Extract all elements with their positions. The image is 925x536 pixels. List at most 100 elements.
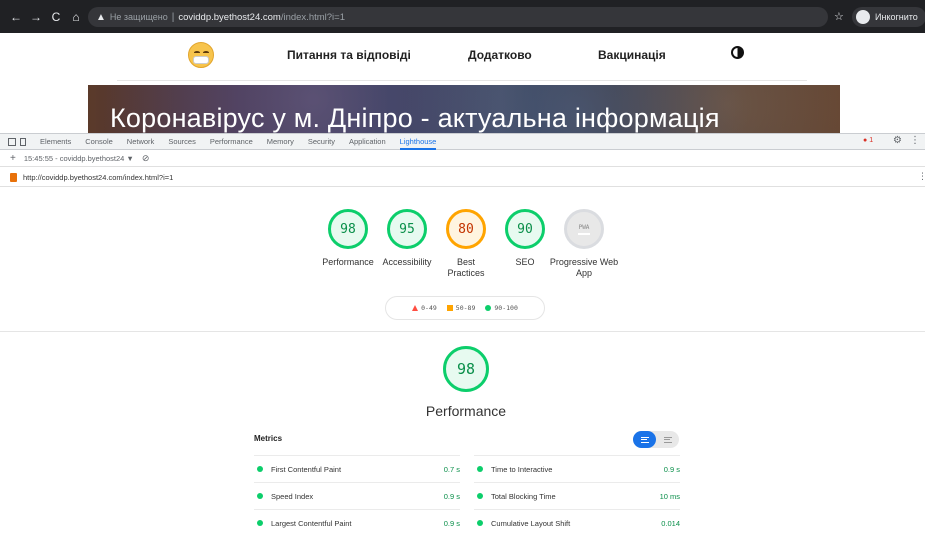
metric-value: 0.014	[661, 518, 680, 528]
performance-section-gauge: 98	[443, 346, 489, 392]
label-pwa: Progressive Web App	[549, 257, 619, 278]
warning-icon: ▲	[96, 11, 106, 23]
legend-fail: 0-49	[412, 304, 437, 312]
compact-view-button[interactable]	[633, 431, 656, 448]
score-accessibility: 95	[399, 221, 415, 237]
score-best-practices: 80	[458, 221, 474, 237]
metrics-heading: Metrics	[254, 434, 283, 443]
metric-row: Largest Contentful Paint 0.9 s	[254, 509, 460, 536]
tab-lighthouse[interactable]: Lighthouse	[399, 137, 437, 150]
contrast-toggle-icon[interactable]	[731, 46, 744, 59]
incognito-label: Инкогнито	[875, 12, 918, 22]
label-best-practices: Best Practices	[447, 257, 485, 278]
back-icon[interactable]: ←	[6, 10, 26, 24]
device-toolbar-icon[interactable]	[20, 137, 26, 146]
insecure-lock-icon	[10, 172, 17, 182]
error-count: 1	[869, 137, 874, 144]
emoji-eye	[194, 51, 200, 54]
circle-icon	[485, 305, 492, 311]
tab-sources[interactable]: Sources	[168, 137, 196, 146]
forward-icon[interactable]: →	[26, 10, 46, 24]
address-bar[interactable]: ▲ Не защищено | coviddp.byethost24.com /…	[88, 7, 828, 27]
tab-application[interactable]: Application	[349, 137, 386, 146]
tab-performance[interactable]: Performance	[210, 137, 253, 146]
browser-toolbar: ← → C ⌂ ▲ Не защищено | coviddp.byethost…	[0, 0, 925, 33]
home-icon[interactable]: ⌂	[66, 10, 86, 24]
metric-value: 0.9 s	[663, 464, 680, 474]
emoji-eye	[203, 51, 209, 54]
label-accessibility: Accessibility	[382, 257, 432, 267]
legend-average: 50-89	[446, 304, 476, 312]
hero-title: Коронавірус у м. Дніпро - актуальна інфо…	[110, 103, 720, 133]
tab-security[interactable]: Security	[308, 137, 335, 146]
pass-dot-icon	[477, 493, 483, 499]
metric-name: Largest Contentful Paint	[271, 518, 352, 528]
pass-dot-icon	[257, 466, 263, 472]
nav-link-faq[interactable]: Питання та відповіді	[287, 48, 411, 62]
site-header	[0, 33, 925, 85]
list-expanded-icon	[663, 436, 672, 443]
pass-dot-icon	[477, 520, 483, 526]
hero-banner: Коронавірус у м. Дніпро - актуальна інфо…	[88, 85, 840, 133]
pass-dot-icon	[477, 466, 483, 472]
metric-value: 10 ms	[659, 491, 680, 501]
incognito-icon	[856, 10, 870, 24]
pass-dot-icon	[257, 493, 263, 499]
audited-url[interactable]: http://coviddp.byethost24.com/index.html…	[23, 173, 173, 182]
clear-reports-icon[interactable]: ⊘	[142, 153, 150, 164]
gauge-pwa[interactable]: PWA	[564, 209, 604, 249]
url-path: /index.html?i=1	[280, 11, 345, 23]
metric-row: Time to Interactive 0.9 s	[474, 455, 680, 482]
metric-value: 0.9 s	[443, 491, 460, 501]
report-selector[interactable]: 15:45:55 - coviddp.byethost24 ▼	[24, 154, 134, 163]
score-seo: 90	[517, 221, 533, 237]
tab-memory[interactable]: Memory	[267, 137, 294, 146]
performance-section-score: 98	[456, 360, 476, 378]
reload-icon[interactable]: C	[46, 10, 66, 24]
bookmark-star-icon[interactable]: ☆	[834, 10, 844, 23]
new-report-icon[interactable]: +	[10, 153, 16, 164]
metric-value: 0.7 s	[443, 464, 460, 474]
url-host: coviddp.byethost24.com	[178, 11, 281, 23]
metric-name: First Contentful Paint	[271, 464, 342, 474]
gauge-performance[interactable]: 98	[328, 209, 368, 249]
lighthouse-report-bar: + 15:45:55 - coviddp.byethost24 ▼ ⊘	[0, 150, 925, 167]
nav-link-additional[interactable]: Додатково	[468, 48, 532, 62]
emoji-mask	[193, 56, 209, 64]
audited-url-bar: http://coviddp.byethost24.com/index.html…	[0, 168, 925, 187]
gauge-seo[interactable]: 90	[505, 209, 545, 249]
nav-link-vaccination[interactable]: Вакцинація	[598, 48, 666, 62]
devtools-tabbar: Elements Console Network Sources Perform…	[0, 133, 925, 150]
triangle-icon	[412, 305, 419, 311]
more-options-icon[interactable]: ⋮	[910, 135, 920, 146]
tab-network[interactable]: Network	[127, 137, 155, 146]
section-divider	[0, 331, 925, 332]
score-legend: 0-49 50-89 90-100	[385, 296, 545, 320]
legend-average-label: 50-89	[455, 304, 476, 312]
gear-icon[interactable]: ⚙	[893, 135, 902, 146]
score-performance: 98	[340, 221, 356, 237]
gauge-best-practices[interactable]: 80	[446, 209, 486, 249]
inspect-element-icon[interactable]	[8, 137, 16, 146]
nav-divider	[117, 80, 807, 81]
metric-value: 0.9 s	[443, 518, 460, 528]
omnibox-separator: |	[171, 11, 175, 23]
tab-console[interactable]: Console	[85, 137, 113, 146]
metrics-view-toggle[interactable]	[633, 431, 679, 448]
performance-section-title: Performance	[425, 403, 507, 419]
pwa-dash-icon	[578, 232, 590, 235]
metric-name: Time to Interactive	[491, 464, 553, 474]
error-count-badge[interactable]: ● 1	[863, 137, 873, 144]
gauge-accessibility[interactable]: 95	[387, 209, 427, 249]
more-icon[interactable]: ⋮	[918, 171, 925, 182]
legend-fail-label: 0-49	[421, 304, 437, 312]
metric-row: First Contentful Paint 0.7 s	[254, 455, 460, 482]
not-secure-label: Не защищено	[109, 12, 168, 22]
incognito-profile-button[interactable]: Инкогнито	[852, 7, 925, 27]
metric-name: Total Blocking Time	[491, 491, 556, 501]
metric-row: Total Blocking Time 10 ms	[474, 482, 680, 509]
metric-row: Cumulative Layout Shift 0.014	[474, 509, 680, 536]
masked-face-icon[interactable]	[188, 42, 214, 68]
expanded-view-button[interactable]	[656, 431, 679, 448]
tab-elements[interactable]: Elements	[40, 137, 71, 146]
